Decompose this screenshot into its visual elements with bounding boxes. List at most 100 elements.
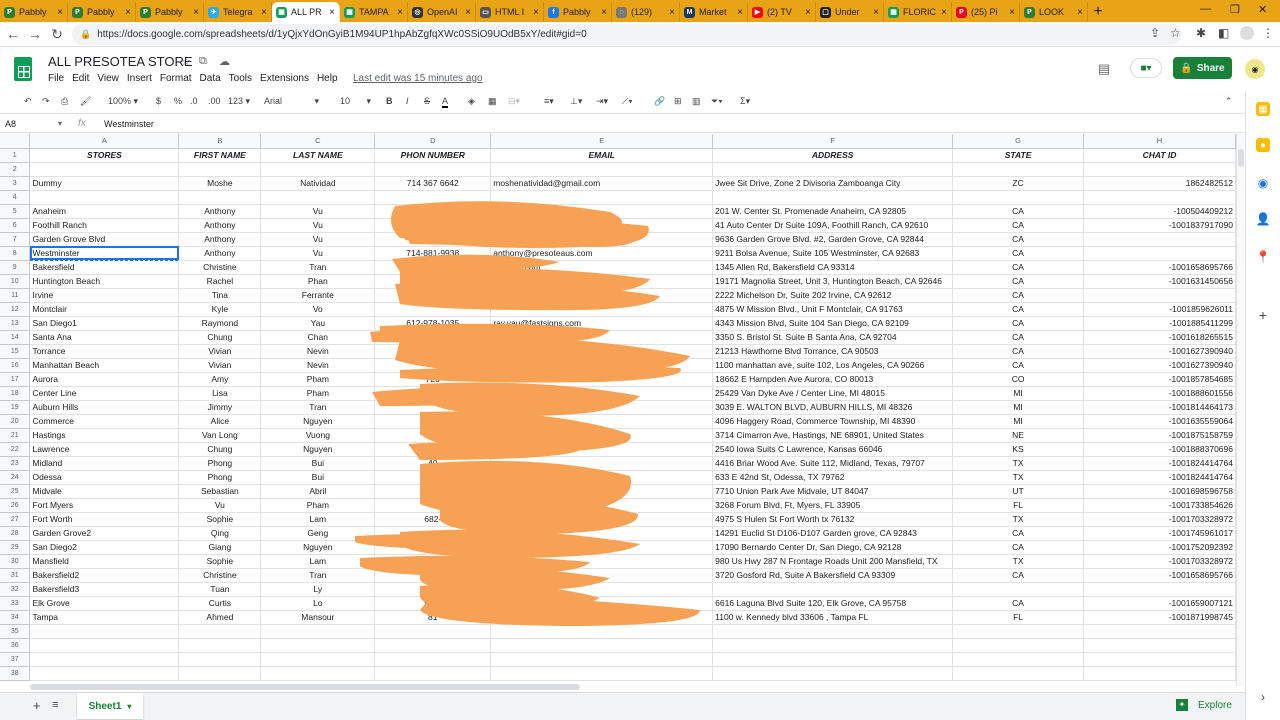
cell[interactable]: 3350 S. Bristol St. Suite B Santa Ana, C… (712, 330, 954, 345)
cell[interactable] (374, 526, 492, 541)
column-header[interactable]: C (260, 134, 376, 149)
row-number[interactable]: 21 (0, 428, 31, 443)
menu-tools[interactable]: Tools (229, 73, 252, 84)
close-tab-icon[interactable]: × (193, 7, 199, 18)
cell[interactable]: Bui (260, 470, 376, 485)
cell[interactable]: Dummy (29, 176, 180, 191)
cell[interactable]: Lam (260, 554, 376, 569)
cell[interactable]: -1001631450656 (1083, 274, 1236, 289)
cell[interactable]: 21213 Hawthorne Blvd Torrance, CA 90503 (712, 344, 954, 359)
close-tab-icon[interactable]: × (261, 7, 267, 18)
cell[interactable]: Bakersfield2 (29, 568, 180, 583)
cell[interactable] (374, 400, 492, 415)
cell[interactable]: Kyle (178, 302, 262, 317)
row-number[interactable]: 6 (0, 218, 31, 233)
vertical-scrollbar[interactable] (1236, 134, 1244, 686)
cell[interactable] (374, 232, 492, 247)
sheets-logo-icon[interactable] (14, 57, 32, 81)
cell[interactable]: Midland (29, 456, 180, 471)
extensions-icon[interactable]: ✱ (1196, 26, 1206, 40)
cell[interactable] (1083, 162, 1236, 177)
share-page-icon[interactable]: ⇪ (1150, 26, 1160, 40)
cell[interactable]: Chung (178, 330, 262, 345)
browser-tab[interactable]: P Pabbly × (0, 2, 68, 22)
column-header[interactable]: E (490, 134, 714, 149)
cell[interactable]: CA (952, 274, 1085, 289)
cell[interactable]: PHON NUMBER (374, 148, 492, 163)
cell[interactable]: Jimmy (178, 400, 262, 415)
close-tab-icon[interactable]: × (873, 7, 879, 18)
cell[interactable]: -1001698596758 (1083, 484, 1236, 499)
cell[interactable]: @gmail.com (490, 260, 714, 275)
cell[interactable]: Sophie (178, 554, 262, 569)
cell[interactable]: Vo (260, 302, 376, 317)
row-number[interactable]: 27 (0, 512, 31, 527)
new-tab-icon[interactable]: + (1088, 2, 1108, 22)
cell[interactable] (490, 232, 714, 247)
cell[interactable]: San Diego1 (29, 316, 180, 331)
cell[interactable]: Vu (260, 204, 376, 219)
cell[interactable]: Raymond (178, 316, 262, 331)
cell[interactable]: Pham (260, 372, 376, 387)
row-number[interactable]: 18 (0, 386, 31, 401)
cell[interactable]: ADDRESS (712, 148, 954, 163)
cell[interactable]: 19171 Magnolia Street, Unit 3, Huntingto… (712, 274, 954, 289)
cell[interactable]: Midvale (29, 484, 180, 499)
close-tab-icon[interactable]: × (533, 7, 539, 18)
cell[interactable] (490, 344, 714, 359)
row-number[interactable]: 7 (0, 232, 31, 247)
cell[interactable]: Lawrence (29, 442, 180, 457)
cell[interactable]: nail (490, 610, 714, 625)
column-header[interactable]: H (1083, 134, 1236, 149)
row-number[interactable]: 5 (0, 204, 31, 219)
cell[interactable]: MI (952, 386, 1085, 401)
italic-icon[interactable]: I (406, 96, 409, 106)
row-number[interactable]: 36 (0, 638, 31, 653)
row-number[interactable]: 31 (0, 568, 31, 583)
cell[interactable]: Tuan (178, 582, 262, 597)
close-window-icon[interactable]: ✕ (1258, 3, 1267, 16)
cell[interactable]: 25429 Van Dyke Ave / Center Line, MI 480… (712, 386, 954, 401)
cell[interactable] (490, 456, 714, 471)
cell[interactable]: Huntington Beach (29, 274, 180, 289)
menu-view[interactable]: View (97, 73, 119, 84)
keep-icon[interactable]: ● (1256, 138, 1270, 152)
cell[interactable]: Vuong (260, 428, 376, 443)
insert-link-icon[interactable]: 🔗 (654, 96, 665, 107)
cell[interactable] (374, 428, 492, 443)
cell[interactable]: CHAT ID (1083, 148, 1236, 163)
row-number[interactable]: 35 (0, 624, 31, 639)
cell[interactable]: Manhattan Beach (29, 358, 180, 373)
cell[interactable] (1083, 652, 1236, 667)
cell[interactable] (490, 372, 714, 387)
bookmark-star-icon[interactable]: ☆ (1170, 26, 1181, 40)
cell[interactable]: 4096 Haggery Road, Commerce Township, MI… (712, 414, 954, 429)
row-number[interactable]: 9 (0, 260, 31, 275)
bold-icon[interactable]: B (386, 96, 393, 106)
cell[interactable]: ZC (952, 176, 1085, 191)
cell[interactable] (374, 568, 492, 583)
cell[interactable]: Foothill Ranch (29, 218, 180, 233)
cell[interactable]: STATE (952, 148, 1085, 163)
decrease-decimal-button[interactable]: .0 (190, 96, 198, 106)
cell[interactable]: FL (952, 610, 1085, 625)
cell[interactable] (29, 190, 180, 205)
cell[interactable]: 7710 Union Park Ave Midvale, UT 84047 (712, 484, 954, 499)
cell[interactable]: Nevin (260, 344, 376, 359)
cell[interactable]: Ahmed (178, 610, 262, 625)
row-number[interactable]: 11 (0, 288, 31, 303)
cell[interactable]: Lam (260, 512, 376, 527)
row-number[interactable]: 26 (0, 498, 31, 513)
cell[interactable]: CA (952, 344, 1085, 359)
cell[interactable]: CA (952, 260, 1085, 275)
cell[interactable] (29, 624, 180, 639)
cell[interactable]: Chung (178, 442, 262, 457)
horizontal-scrollbar[interactable] (30, 684, 1236, 690)
cell[interactable] (490, 414, 714, 429)
row-number[interactable]: 37 (0, 652, 31, 667)
cell[interactable]: Tran (260, 568, 376, 583)
cell[interactable]: Lo (260, 596, 376, 611)
cell[interactable]: -1001824414764 (1083, 470, 1236, 485)
cell[interactable] (490, 162, 714, 177)
cell[interactable]: FIRST NAME (178, 148, 262, 163)
